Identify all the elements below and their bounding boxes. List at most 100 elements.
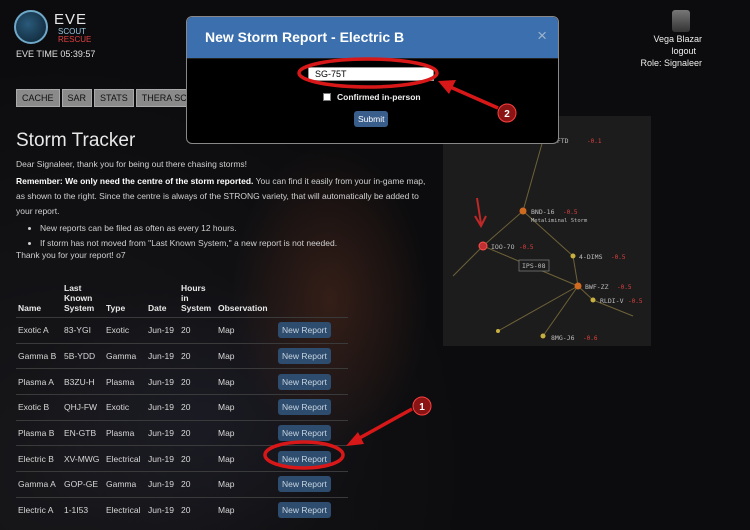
cell-name: Exotic A [16,317,62,344]
map-sec: -0.6 [583,335,598,342]
tab-stats[interactable]: STATS [94,89,134,107]
cell-date: Jun-19 [146,471,179,498]
table-row: Electric A 1-1I53 Electrical Jun-19 20 Map New… [16,496,348,523]
rule-item: New reports can be filed as often as eve… [40,221,436,236]
avatar [672,10,690,32]
cell-system: QHJ-FW [62,394,104,421]
cell-system: 83-YGI [62,317,104,344]
confirmed-checkbox[interactable] [323,93,331,101]
cell-type: Gamma [104,471,146,498]
tab-cache[interactable]: CACHE [16,89,60,107]
map-label: 8MG-J6 [551,334,575,342]
map-sec: -0.5 [628,298,643,305]
cell-hours: 20 [179,342,216,369]
cell-type: Electrical [104,445,146,472]
logo-title: EVE [54,11,88,28]
greeting: Dear Signaleer, thank you for being out … [16,159,248,169]
column-header-line: Last [64,283,82,293]
cell-observation[interactable]: Map [216,445,276,472]
new-report-button[interactable]: New Report [278,476,331,493]
cell-system: B3ZU-H [62,368,104,395]
map-label: BWF-ZZ [585,283,609,291]
cell-type: Electrical [104,496,146,523]
cell-hours: 20 [179,496,216,523]
cell-hours: 20 [179,317,216,344]
column-header-line: Name [18,303,42,313]
rule-item: If storm has not moved from "Last Known … [40,236,436,251]
cell-hours: 20 [179,445,216,472]
map-sec: -0.1 [587,138,602,145]
globe-icon [14,10,48,44]
cell-name: Exotic B [16,394,62,421]
column-header-date: Date [146,283,179,318]
logo-rescue: RESCUE [58,35,92,44]
eve-time: EVE TIME 05:39:57 [16,49,96,59]
new-report-button[interactable]: New Report [278,348,331,365]
cell-observation[interactable]: Map [216,342,276,369]
cell-name: Electric A [16,496,62,523]
submit-button[interactable]: Submit [354,111,389,127]
cell-date: Jun-19 [146,317,179,344]
new-report-button[interactable]: New Report [278,450,331,467]
nav-tabs: CACHE SAR STATS THERA SCA [16,89,199,107]
column-header-line: in [181,293,189,303]
cell-system: 1-1I53 [62,496,104,523]
cell-name: Electric B [16,445,62,472]
cell-type: Plasma [104,419,146,446]
column-header-line: Observation [218,303,268,313]
column-header-line: Known [64,293,93,303]
thanks-text: Thank you for your report! o7 [16,250,126,260]
column-header-type: Type [104,283,146,318]
intro-text: Dear Signaleer, thank you for being out … [16,157,436,255]
column-header-action [276,283,348,318]
remember-paragraph: Remember: We only need the centre of the… [16,174,436,219]
column-header-line: System [64,303,95,313]
cell-observation[interactable]: Map [216,496,276,523]
confirmed-label: Confirmed in-person [337,92,421,102]
cell-name: Gamma A [16,471,62,498]
cell-observation[interactable]: Map [216,317,276,344]
table-row: Gamma A GOP-GE Gamma Jun-19 20 Map New Report [16,471,348,498]
tab-sar[interactable]: SAR [61,89,93,107]
cell-action: New Report [276,342,348,369]
storm-map-image: 1-FTD BND-16 Metaliminal Storm IOO-7O IP… [443,116,651,346]
map-sec: -0.5 [563,209,578,216]
map-label: BND-16 [531,208,555,216]
cell-name: Gamma B [16,342,62,369]
cell-date: Jun-19 [146,394,179,421]
cell-observation[interactable]: Map [216,471,276,498]
modal-title: New Storm Report - Electric B [205,29,405,45]
table-header-row: Name Last Known System Type Date Hours in System… [16,283,348,318]
logout-link[interactable]: logout [671,46,696,56]
table-row: Plasma A B3ZU-H Plasma Jun-19 20 Map New Repor… [16,368,348,395]
cell-observation[interactable]: Map [216,394,276,421]
cell-hours: 20 [179,368,216,395]
new-report-button[interactable]: New Report [278,373,331,390]
cell-observation[interactable]: Map [216,368,276,395]
new-report-button[interactable]: New Report [278,322,331,339]
map-label: RLDI-V [600,297,624,305]
eve-scout-logo[interactable]: EVE SCOUT RESCUE [14,10,92,46]
table-row: Electric B XV-MWG Electrical Jun-19 20 Map New… [16,445,348,472]
table-row: Exotic A 83-YGI Exotic Jun-19 20 Map New Repor… [16,317,348,344]
cell-system: 5B-YDD [62,342,104,369]
map-label: IPS-08 [522,262,546,270]
map-sublabel: Metaliminal Storm [531,218,588,224]
table-row: Plasma B EN-GTB Plasma Jun-19 20 Map New Repor… [16,419,348,446]
map-sec: -0.5 [617,284,632,291]
table-row: Gamma B 5B-YDD Gamma Jun-19 20 Map New Report [16,342,348,369]
cell-name: Plasma A [16,368,62,395]
cell-action: New Report [276,471,348,498]
cell-date: Jun-19 [146,419,179,446]
remember-bold: Remember: We only need the centre of the… [16,176,254,186]
cell-observation[interactable]: Map [216,419,276,446]
new-report-button[interactable]: New Report [278,502,331,519]
system-input[interactable] [308,67,434,81]
cell-date: Jun-19 [146,445,179,472]
new-report-button[interactable]: New Report [278,399,331,416]
cell-name: Plasma B [16,419,62,446]
close-icon[interactable]: × [537,26,547,46]
cell-action: New Report [276,419,348,446]
confirmed-in-person-row[interactable]: Confirmed in-person [323,92,421,102]
new-report-button[interactable]: New Report [278,425,331,442]
